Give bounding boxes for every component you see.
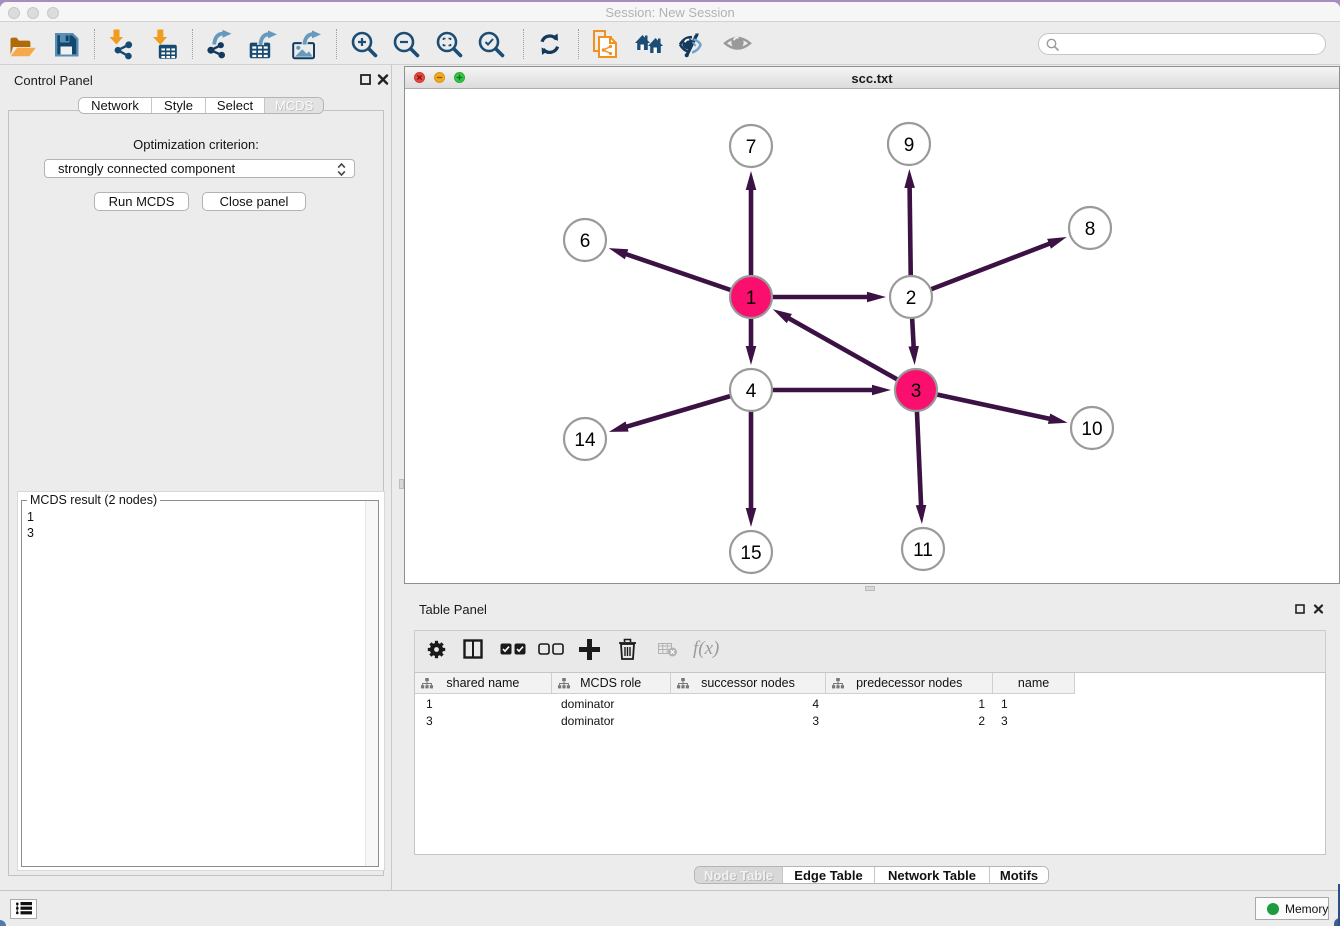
svg-text:10: 10 (1081, 419, 1102, 440)
svg-text:6: 6 (580, 231, 591, 252)
svg-text:4: 4 (746, 381, 757, 402)
svg-text:15: 15 (740, 543, 761, 564)
svg-text:14: 14 (574, 430, 596, 451)
svg-text:2: 2 (906, 288, 917, 309)
svg-text:11: 11 (913, 540, 933, 561)
svg-text:9: 9 (904, 135, 915, 156)
svg-text:3: 3 (911, 381, 922, 402)
svg-text:7: 7 (746, 137, 757, 158)
svg-text:1: 1 (746, 288, 757, 309)
svg-text:8: 8 (1085, 219, 1096, 240)
